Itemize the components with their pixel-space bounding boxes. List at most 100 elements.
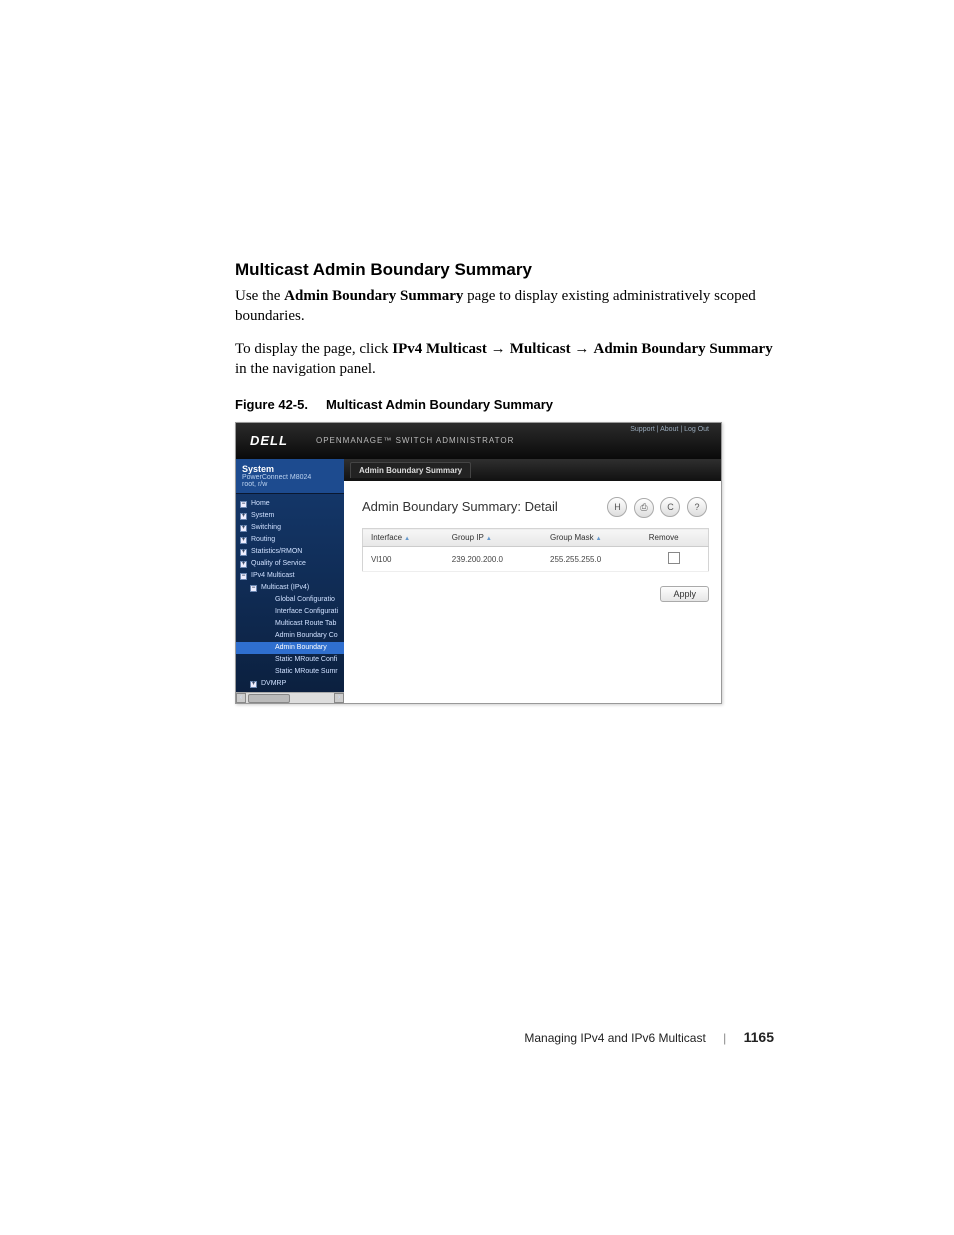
sidebar-item-label: Admin Boundary bbox=[275, 642, 327, 654]
toolbar-icons: H ⎙ C ? bbox=[603, 497, 707, 518]
sidebar-item-label: Admin Boundary Co bbox=[275, 630, 338, 642]
save-icon[interactable]: H bbox=[607, 497, 627, 517]
sidebar-item-label: Multicast Route Tab bbox=[275, 618, 336, 630]
nav-paragraph: To display the page, click IPv4 Multicas… bbox=[235, 339, 774, 380]
col-interface[interactable]: Interface▲ bbox=[363, 529, 444, 547]
scroll-left-arrow-icon[interactable]: ‹ bbox=[236, 693, 246, 703]
tab-admin-boundary-summary[interactable]: Admin Boundary Summary bbox=[350, 462, 471, 478]
app-title: OPENMANAGE™ SWITCH ADMINISTRATOR bbox=[316, 436, 514, 445]
sidebar-item[interactable]: Static MRoute Confi bbox=[236, 654, 344, 666]
nav-path-2: Multicast bbox=[510, 341, 571, 357]
nav-sidebar: System PowerConnect M8024 root, r/w Home… bbox=[236, 459, 344, 703]
expand-icon[interactable] bbox=[240, 525, 247, 532]
sidebar-item[interactable]: Statistics/RMON bbox=[236, 546, 344, 558]
sidebar-item-label: Static MRoute Sumr bbox=[275, 666, 338, 678]
expand-icon[interactable] bbox=[250, 681, 257, 688]
help-icon[interactable]: ? bbox=[687, 497, 707, 517]
intro-paragraph: Use the Admin Boundary Summary page to d… bbox=[235, 286, 774, 327]
refresh-icon[interactable]: C bbox=[660, 497, 680, 517]
figure-caption: Figure 42-5. Multicast Admin Boundary Sum… bbox=[235, 397, 774, 412]
sidebar-item-label: Interface Configurati bbox=[275, 606, 338, 618]
sidebar-title: System bbox=[242, 464, 338, 474]
sidebar-item[interactable]: Static MRoute Sumr bbox=[236, 666, 344, 678]
sidebar-item[interactable]: Admin Boundary bbox=[236, 642, 344, 654]
cell-group-mask: 255.255.255.0 bbox=[542, 547, 641, 572]
horizontal-scrollbar[interactable]: ‹ › bbox=[236, 692, 344, 703]
emphasis: Admin Boundary Summary bbox=[284, 288, 463, 304]
section-heading: Multicast Admin Boundary Summary bbox=[235, 260, 774, 280]
sidebar-item-label: IPv4 Multicast bbox=[251, 570, 295, 582]
header-links[interactable]: Support | About | Log Out bbox=[630, 426, 709, 433]
sidebar-user: root, r/w bbox=[242, 481, 338, 488]
scroll-right-arrow-icon[interactable]: › bbox=[334, 693, 344, 703]
table-row: Vl100 239.200.200.0 255.255.255.0 bbox=[363, 547, 709, 572]
col-group-ip[interactable]: Group IP▲ bbox=[444, 529, 542, 547]
sidebar-tree: HomeSystemSwitchingRoutingStatistics/RMO… bbox=[236, 494, 344, 703]
sidebar-item[interactable]: Switching bbox=[236, 522, 344, 534]
collapse-icon[interactable] bbox=[240, 501, 247, 508]
sidebar-item-label: Multicast (IPv4) bbox=[261, 582, 309, 594]
cell-interface: Vl100 bbox=[363, 547, 444, 572]
summary-table: Interface▲ Group IP▲ Group Mask▲ Remove … bbox=[362, 528, 709, 572]
figure-title: Multicast Admin Boundary Summary bbox=[326, 397, 553, 412]
expand-icon[interactable] bbox=[240, 513, 247, 520]
remove-checkbox[interactable] bbox=[668, 552, 680, 564]
sidebar-item[interactable]: Quality of Service bbox=[236, 558, 344, 570]
scroll-thumb[interactable] bbox=[248, 694, 290, 703]
screenshot: DELL OPENMANAGE™ SWITCH ADMINISTRATOR Su… bbox=[235, 422, 722, 704]
text: in the navigation panel. bbox=[235, 361, 376, 377]
col-group-mask[interactable]: Group Mask▲ bbox=[542, 529, 641, 547]
sidebar-item-label: Global Configuratio bbox=[275, 594, 335, 606]
sidebar-header: System PowerConnect M8024 root, r/w bbox=[236, 459, 344, 494]
sidebar-item-label: Home bbox=[251, 498, 270, 510]
text: Use the bbox=[235, 288, 284, 304]
sidebar-item[interactable]: Routing bbox=[236, 534, 344, 546]
sidebar-item-label: DVMRP bbox=[261, 678, 286, 690]
sidebar-item-label: Static MRoute Confi bbox=[275, 654, 337, 666]
collapse-icon[interactable] bbox=[250, 585, 257, 592]
sidebar-item-label: System bbox=[251, 510, 274, 522]
collapse-icon[interactable] bbox=[240, 573, 247, 580]
sidebar-item[interactable]: Global Configuratio bbox=[236, 594, 344, 606]
nav-path-1: IPv4 Multicast bbox=[392, 341, 487, 357]
sidebar-item[interactable]: IPv4 Multicast bbox=[236, 570, 344, 582]
col-label: Group IP bbox=[452, 533, 484, 542]
sidebar-item[interactable]: System bbox=[236, 510, 344, 522]
figure-number: Figure 42-5. bbox=[235, 397, 308, 412]
page-number: 1165 bbox=[744, 1029, 774, 1045]
sidebar-item[interactable]: Home bbox=[236, 498, 344, 510]
print-icon[interactable]: ⎙ bbox=[634, 498, 654, 518]
sidebar-item-label: Switching bbox=[251, 522, 281, 534]
sidebar-item-label: Statistics/RMON bbox=[251, 546, 302, 558]
main-content: Admin Boundary Summary: Detail H ⎙ C ? I… bbox=[344, 481, 721, 703]
sidebar-item-label: Routing bbox=[251, 534, 275, 546]
sidebar-subtitle: PowerConnect M8024 bbox=[242, 474, 338, 481]
sidebar-item[interactable]: Multicast (IPv4) bbox=[236, 582, 344, 594]
expand-icon[interactable] bbox=[240, 537, 247, 544]
chapter-title: Managing IPv4 and IPv6 Multicast bbox=[524, 1031, 705, 1045]
separator: | bbox=[723, 1031, 726, 1045]
sidebar-item[interactable]: Multicast Route Tab bbox=[236, 618, 344, 630]
sort-icon: ▲ bbox=[596, 536, 602, 542]
col-label: Group Mask bbox=[550, 533, 594, 542]
expand-icon[interactable] bbox=[240, 561, 247, 568]
page-footer: Managing IPv4 and IPv6 Multicast | 1165 bbox=[524, 1029, 774, 1045]
cell-group-ip: 239.200.200.0 bbox=[444, 547, 542, 572]
col-remove: Remove bbox=[641, 529, 709, 547]
arrow-icon: → bbox=[491, 340, 510, 357]
sidebar-item[interactable]: Admin Boundary Co bbox=[236, 630, 344, 642]
expand-icon[interactable] bbox=[240, 549, 247, 556]
cell-remove bbox=[641, 547, 709, 572]
text: To display the page, click bbox=[235, 341, 392, 357]
nav-path-3: Admin Boundary Summary bbox=[594, 341, 773, 357]
col-label: Remove bbox=[649, 533, 679, 542]
apply-button[interactable]: Apply bbox=[660, 586, 709, 602]
app-header: DELL OPENMANAGE™ SWITCH ADMINISTRATOR Su… bbox=[236, 423, 721, 459]
sort-icon: ▲ bbox=[486, 536, 492, 542]
sidebar-item[interactable]: Interface Configurati bbox=[236, 606, 344, 618]
sidebar-item[interactable]: DVMRP bbox=[236, 678, 344, 690]
col-label: Interface bbox=[371, 533, 402, 542]
arrow-icon: → bbox=[574, 340, 593, 357]
table-header-row: Interface▲ Group IP▲ Group Mask▲ Remove bbox=[363, 529, 709, 547]
sidebar-item-label: Quality of Service bbox=[251, 558, 306, 570]
